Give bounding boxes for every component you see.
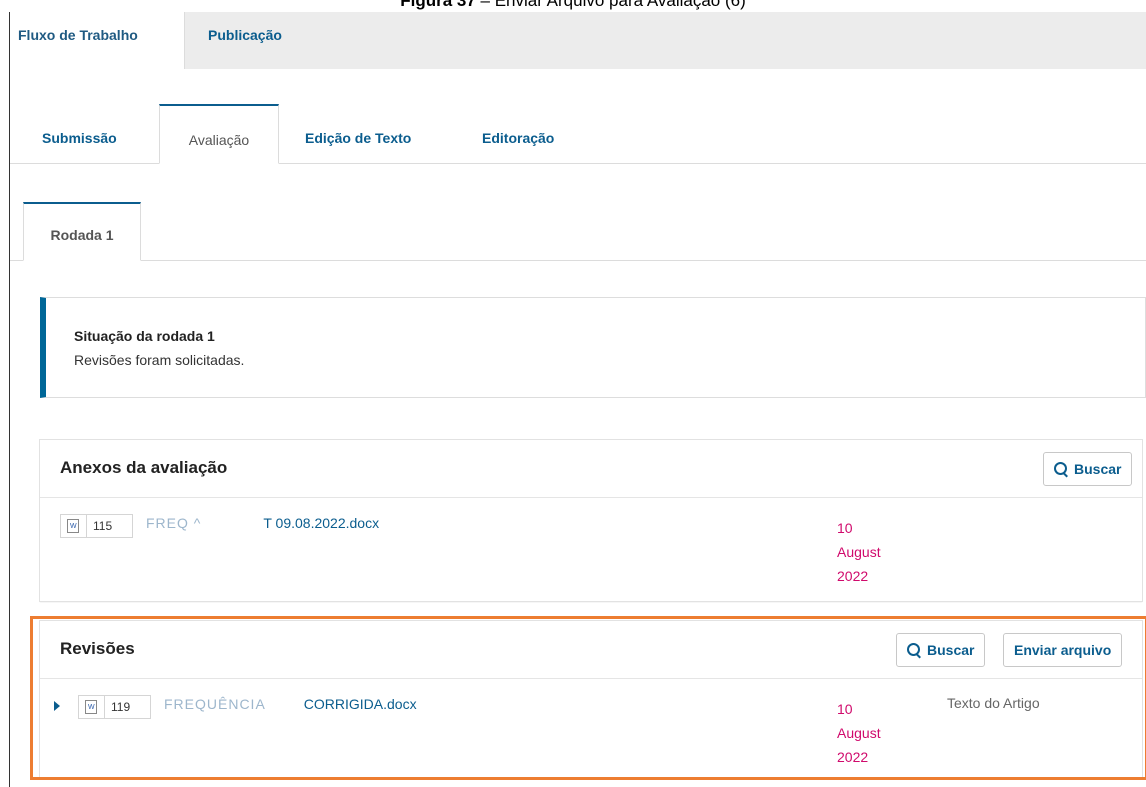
upload-file-button[interactable]: Enviar arquivo — [1003, 633, 1123, 667]
expand-row-icon[interactable] — [54, 701, 60, 711]
search-button-label: Buscar — [1074, 461, 1122, 477]
file-id: 115 — [86, 515, 118, 537]
review-attachments-panel: Anexos da avaliação Buscar 115 FREQ ^ T 0… — [40, 440, 1142, 601]
file-date: 10 August 2022 — [837, 516, 897, 588]
file-name-link[interactable]: FREQUÊNCIA CORRIGIDA.docx — [164, 696, 417, 712]
search-button-label: Buscar — [927, 642, 975, 658]
review-attachments-title: Anexos da avaliação — [60, 458, 228, 477]
file-type: Texto do Artigo — [947, 695, 1040, 711]
tab-submission[interactable]: Submissão — [42, 104, 117, 163]
stage-tabs: Submissão Avaliação Edição de Texto Edit… — [10, 104, 1146, 164]
tab-copyediting[interactable]: Edição de Texto — [305, 104, 411, 163]
round-status-notice: Situação da rodada 1 Revisões foram soli… — [40, 297, 1146, 398]
caption-label: Figura 37 — [400, 0, 476, 10]
date-year: 2022 — [837, 568, 869, 584]
review-attachments-header: Anexos da avaliação Buscar — [40, 440, 1142, 498]
date-day: 10 — [837, 520, 853, 536]
caption-text: – Enviar Arquivo para Avaliação (6) — [475, 0, 746, 10]
revisions-header: Revisões Buscar Enviar arquivo — [40, 621, 1142, 679]
file-id-badge: 115 — [60, 514, 133, 538]
revisions-panel: Revisões Buscar Enviar arquivo 119 FREQU… — [40, 621, 1142, 777]
revisions-search-button[interactable]: Buscar — [896, 633, 986, 667]
tab-production[interactable]: Editoração — [482, 104, 554, 163]
table-row: 115 FREQ ^ T 09.08.2022.docx 10 August 20… — [40, 498, 1142, 603]
date-month: August — [837, 544, 881, 560]
file-name-suffix: CORRIGIDA.docx — [303, 696, 417, 712]
search-icon — [907, 643, 920, 656]
tab-round-1[interactable]: Rodada 1 — [23, 202, 141, 261]
round-status-title: Situação da rodada 1 — [74, 328, 215, 344]
file-date: 10 August 2022 — [837, 697, 897, 769]
search-icon — [1054, 462, 1067, 475]
tab-publication[interactable]: Publicação — [208, 12, 282, 69]
word-doc-icon — [67, 519, 79, 533]
date-day: 10 — [837, 701, 853, 717]
file-id: 119 — [104, 696, 136, 718]
round-status-message: Revisões foram solicitadas. — [74, 352, 245, 368]
tab-workflow[interactable]: Fluxo de Trabalho — [10, 12, 185, 69]
date-month: August — [837, 725, 881, 741]
date-year: 2022 — [837, 749, 869, 765]
file-name-prefix: FREQ ^ — [146, 515, 202, 531]
round-tabs: Rodada 1 — [10, 200, 1146, 261]
figure-caption: Figura 37 – Enviar Arquivo para Avaliaçã… — [0, 0, 1146, 11]
top-tabs: Fluxo de Trabalho Publicação — [10, 12, 1146, 69]
revisions-title: Revisões — [60, 639, 135, 658]
file-name-link[interactable]: FREQ ^ T 09.08.2022.docx — [146, 515, 379, 531]
table-row: 119 FREQUÊNCIA CORRIGIDA.docx 10 August 2… — [40, 679, 1142, 784]
tab-review[interactable]: Avaliação — [159, 104, 279, 164]
file-id-badge: 119 — [78, 695, 151, 719]
review-attachments-search-button[interactable]: Buscar — [1043, 452, 1133, 486]
file-name-prefix: FREQUÊNCIA — [164, 696, 266, 712]
word-doc-icon — [85, 700, 97, 714]
file-name-suffix: T 09.08.2022.docx — [263, 515, 380, 531]
